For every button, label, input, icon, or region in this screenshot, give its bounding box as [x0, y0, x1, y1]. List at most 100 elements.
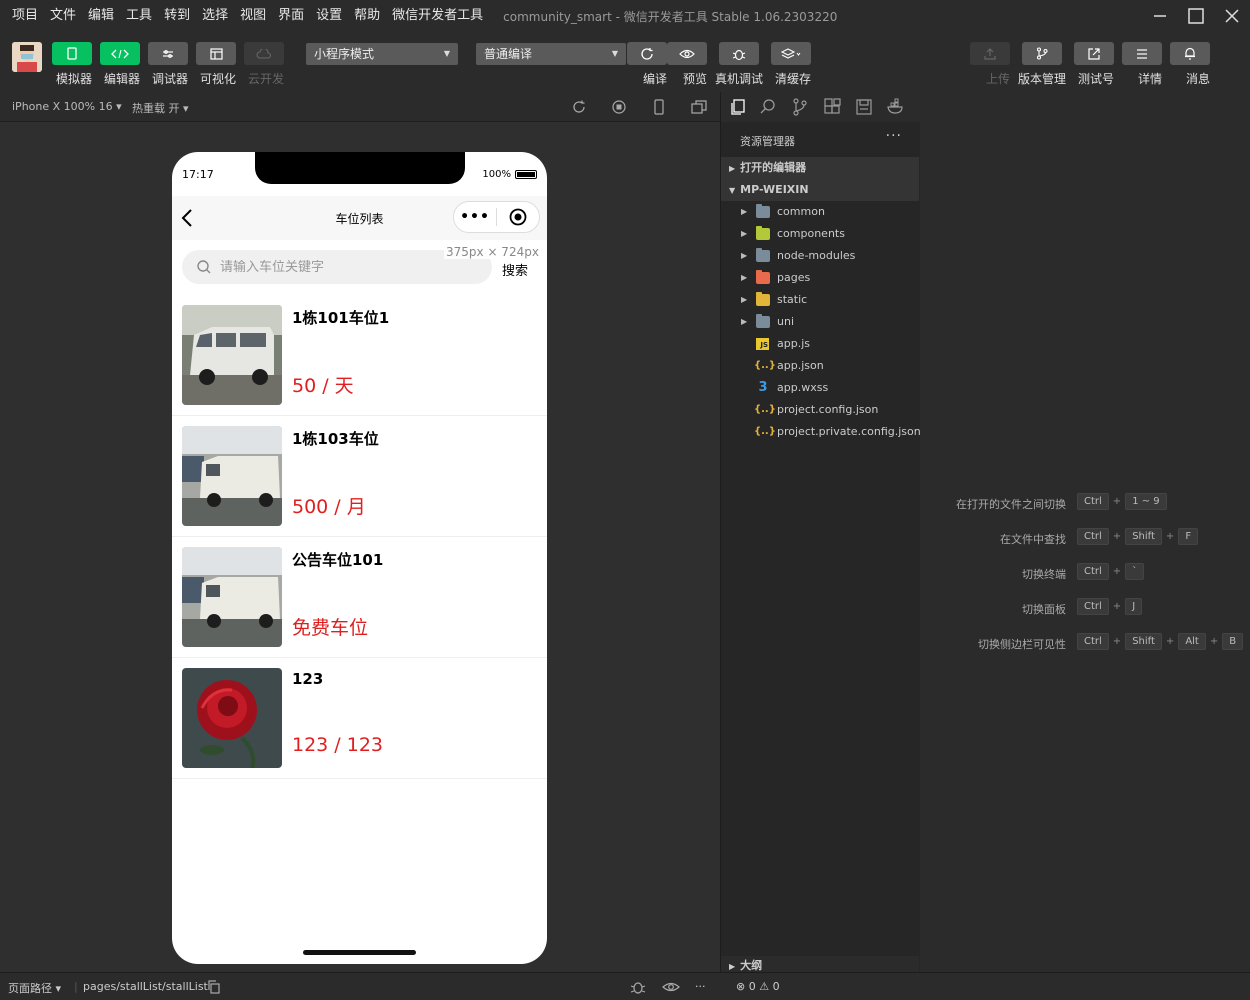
shortcut-desc: 在文件中查找	[1000, 533, 1066, 546]
tree-file-project-private-config[interactable]: {..} project.private.config.json	[721, 421, 921, 443]
tab-storage[interactable]	[855, 98, 873, 116]
hot-reload-toggle[interactable]: 热重载 开 ▾	[132, 100, 189, 116]
search-input[interactable]	[220, 259, 460, 275]
key: Alt	[1178, 633, 1206, 650]
cloud-label: 云开发	[247, 72, 284, 86]
shortcut-find-in-files: 在文件中查找 Ctrl + Shift + F	[920, 528, 1250, 548]
editor-area: 在打开的文件之间切换 Ctrl + 1 ~ 9 在文件中查找 Ctrl + Shif…	[920, 92, 1250, 972]
stop-button[interactable]	[611, 99, 627, 115]
editor-button[interactable]: 编辑器	[100, 42, 140, 87]
preview-button[interactable]: 预览	[667, 42, 707, 87]
more-button[interactable]: •••	[454, 209, 496, 225]
tree-folder-pages[interactable]: ▶ pages	[721, 267, 919, 289]
page-path-select[interactable]: 页面路径 ▾	[8, 980, 61, 996]
tab-extensions[interactable]	[823, 98, 841, 116]
tree-label: uni	[777, 315, 794, 328]
status-more-button[interactable]: ···	[695, 980, 706, 993]
tree-folder-common[interactable]: ▶ common	[721, 201, 919, 223]
tree-file-app-wxss[interactable]: 3 app.wxss	[721, 377, 919, 399]
tree-folder-uni[interactable]: ▶ uni	[721, 311, 919, 333]
tree-file-app-json[interactable]: {..} app.json	[721, 355, 919, 377]
compile-label: 编译	[642, 72, 667, 86]
visual-button[interactable]: 可视化	[196, 42, 236, 87]
avatar[interactable]	[12, 42, 42, 72]
mode-select[interactable]: 小程序模式 ▼	[306, 43, 458, 65]
folder-icon	[756, 314, 770, 328]
menu-view[interactable]: 视图	[234, 0, 272, 32]
compile-button[interactable]: 编译	[627, 42, 667, 87]
messages-button[interactable]: 消息	[1170, 42, 1210, 87]
eye-icon	[679, 49, 695, 58]
shortcut-desc: 切换终端	[1022, 568, 1066, 581]
upload-button[interactable]: 上传	[970, 42, 1010, 87]
chevron-right-icon: ▶	[741, 251, 748, 260]
tab-search[interactable]	[759, 98, 777, 116]
close-miniprogram-button[interactable]	[497, 208, 539, 226]
static-folder-icon	[756, 292, 770, 306]
toolbar: 模拟器 编辑器 调试器 可视化 云开发 小程序模式 ▼ 普通编译 ▼ 编译 预览…	[0, 32, 1250, 92]
menu-select[interactable]: 选择	[196, 0, 234, 32]
simulator-button[interactable]: 模拟器	[52, 42, 92, 87]
bug-icon	[732, 49, 746, 60]
menu-tools[interactable]: 工具	[120, 0, 158, 32]
maximize-button[interactable]	[1178, 0, 1214, 32]
cloud-button[interactable]: 云开发	[244, 42, 284, 87]
open-editors-section[interactable]: ▶ 打开的编辑器	[721, 157, 919, 179]
menu-devtools[interactable]: 微信开发者工具	[386, 0, 489, 32]
stall-item[interactable]: 公告车位101 免费车位	[172, 537, 547, 658]
menu-project[interactable]: 项目	[0, 0, 44, 32]
copy-path-button[interactable]	[207, 979, 223, 995]
menu-file[interactable]: 文件	[44, 0, 82, 32]
device-frame-button[interactable]	[651, 99, 667, 115]
close-window-button[interactable]	[1214, 0, 1250, 32]
tab-source-control[interactable]	[791, 98, 809, 116]
menu-edit[interactable]: 编辑	[82, 0, 120, 32]
stall-item[interactable]: 123 123 / 123	[172, 658, 547, 779]
compile-select[interactable]: 普通编译 ▼	[476, 43, 626, 65]
search-button[interactable]: 搜索	[502, 260, 528, 279]
copy-icon	[208, 980, 220, 994]
tree-file-project-config[interactable]: {..} project.config.json	[721, 399, 919, 421]
menu-interface[interactable]: 界面	[272, 0, 310, 32]
close-icon	[1225, 9, 1239, 23]
details-button[interactable]: 详情	[1122, 42, 1162, 87]
tab-explorer[interactable]	[729, 98, 747, 116]
phone-icon	[67, 47, 77, 60]
device-select[interactable]: iPhone X 100% 16 ▾	[12, 100, 122, 113]
stall-item[interactable]: 1栋103车位 500 / 月	[172, 416, 547, 537]
menu-help[interactable]: 帮助	[348, 0, 386, 32]
explorer-panel: 资源管理器 ··· ▶ 打开的编辑器 ▼ MP-WEIXIN ▶ common ▶ …	[720, 122, 921, 976]
tree-file-app-js[interactable]: JS app.js	[721, 333, 919, 355]
clear-cache-button[interactable]: 清缓存	[771, 42, 811, 87]
stall-item[interactable]: 1栋101车位1 50 / 天	[172, 295, 547, 416]
test-account-button[interactable]: 测试号	[1074, 42, 1114, 87]
tab-docker[interactable]	[887, 98, 905, 116]
external-link-icon	[1088, 47, 1100, 60]
explorer-more-button[interactable]: ···	[886, 128, 902, 144]
components-folder-icon	[756, 226, 770, 240]
tree-folder-node-modules[interactable]: ▶ node-modules	[721, 245, 919, 267]
minimize-button[interactable]	[1142, 0, 1178, 32]
stop-icon	[612, 100, 626, 114]
menu-goto[interactable]: 转到	[158, 0, 196, 32]
preview-toggle-button[interactable]	[662, 979, 680, 995]
tree-folder-components[interactable]: ▶ components	[721, 223, 919, 245]
project-section[interactable]: ▼ MP-WEIXIN	[721, 179, 919, 201]
tree-folder-static[interactable]: ▶ static	[721, 289, 919, 311]
detach-button[interactable]	[691, 99, 707, 115]
simulator-label: 模拟器	[55, 72, 92, 86]
rotate-button[interactable]	[571, 99, 587, 115]
menu-settings[interactable]: 设置	[310, 0, 348, 32]
real-debug-button[interactable]: 真机调试	[715, 42, 763, 87]
bug-icon	[630, 982, 646, 994]
key: Ctrl	[1077, 528, 1109, 545]
debugger-button[interactable]: 调试器	[148, 42, 188, 87]
status-bar: 页面路径 ▾ | pages/stallList/stallList ··· ⊗…	[0, 972, 1250, 1000]
maximize-icon	[1188, 8, 1204, 24]
debug-button[interactable]	[630, 979, 646, 995]
folder-icon	[756, 204, 770, 218]
activity-bar	[720, 92, 920, 122]
chevron-right-icon: ▶	[741, 317, 748, 326]
version-button[interactable]: 版本管理	[1018, 42, 1066, 87]
problems-indicator[interactable]: ⊗ 0 ⚠ 0	[736, 980, 780, 993]
